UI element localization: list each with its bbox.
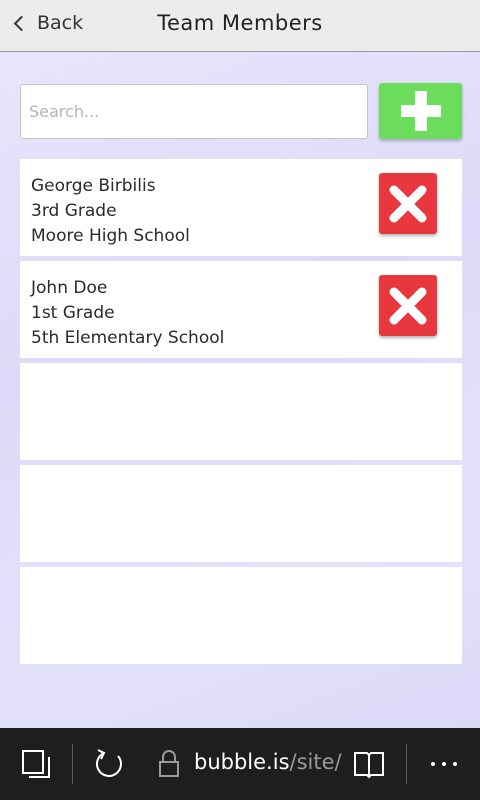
list-item: George Birbilis 3rd Grade Moore High Sch… [20, 159, 462, 256]
refresh-icon[interactable] [92, 747, 126, 781]
empty-list-item [20, 465, 462, 562]
member-grade: 1st Grade [31, 303, 115, 323]
more-icon[interactable] [430, 761, 458, 767]
url-path: /site/ [289, 750, 342, 774]
member-school: Moore High School [31, 226, 190, 246]
member-grade: 3rd Grade [31, 201, 117, 221]
delete-member-button[interactable] [379, 275, 437, 336]
lock-icon [159, 750, 179, 777]
toolbar-divider [406, 744, 407, 784]
tabs-icon[interactable] [20, 748, 52, 780]
url-host: bubble.is [194, 750, 290, 774]
back-label: Back [37, 12, 84, 34]
book-icon[interactable] [353, 749, 385, 779]
toolbar-divider [72, 744, 73, 784]
add-member-button[interactable] [379, 83, 462, 139]
member-school: 5th Elementary School [31, 328, 225, 348]
search-input[interactable] [20, 84, 368, 139]
empty-list-item [20, 567, 462, 664]
app-header: Back Team Members [0, 0, 480, 52]
address-bar[interactable]: bubble.is/site/ [194, 750, 342, 774]
chevron-left-icon [13, 15, 30, 31]
plus-icon [400, 91, 441, 131]
browser-toolbar: bubble.is/site/ [0, 728, 480, 800]
member-name: John Doe [31, 278, 108, 298]
x-icon [389, 185, 427, 222]
empty-list-item [20, 363, 462, 460]
delete-member-button[interactable] [379, 173, 437, 234]
member-list: George Birbilis 3rd Grade Moore High Sch… [20, 159, 462, 669]
list-item: John Doe 1st Grade 5th Elementary School [20, 261, 462, 358]
member-name: George Birbilis [31, 176, 156, 196]
back-button[interactable]: Back [10, 0, 83, 46]
x-icon [389, 287, 427, 324]
